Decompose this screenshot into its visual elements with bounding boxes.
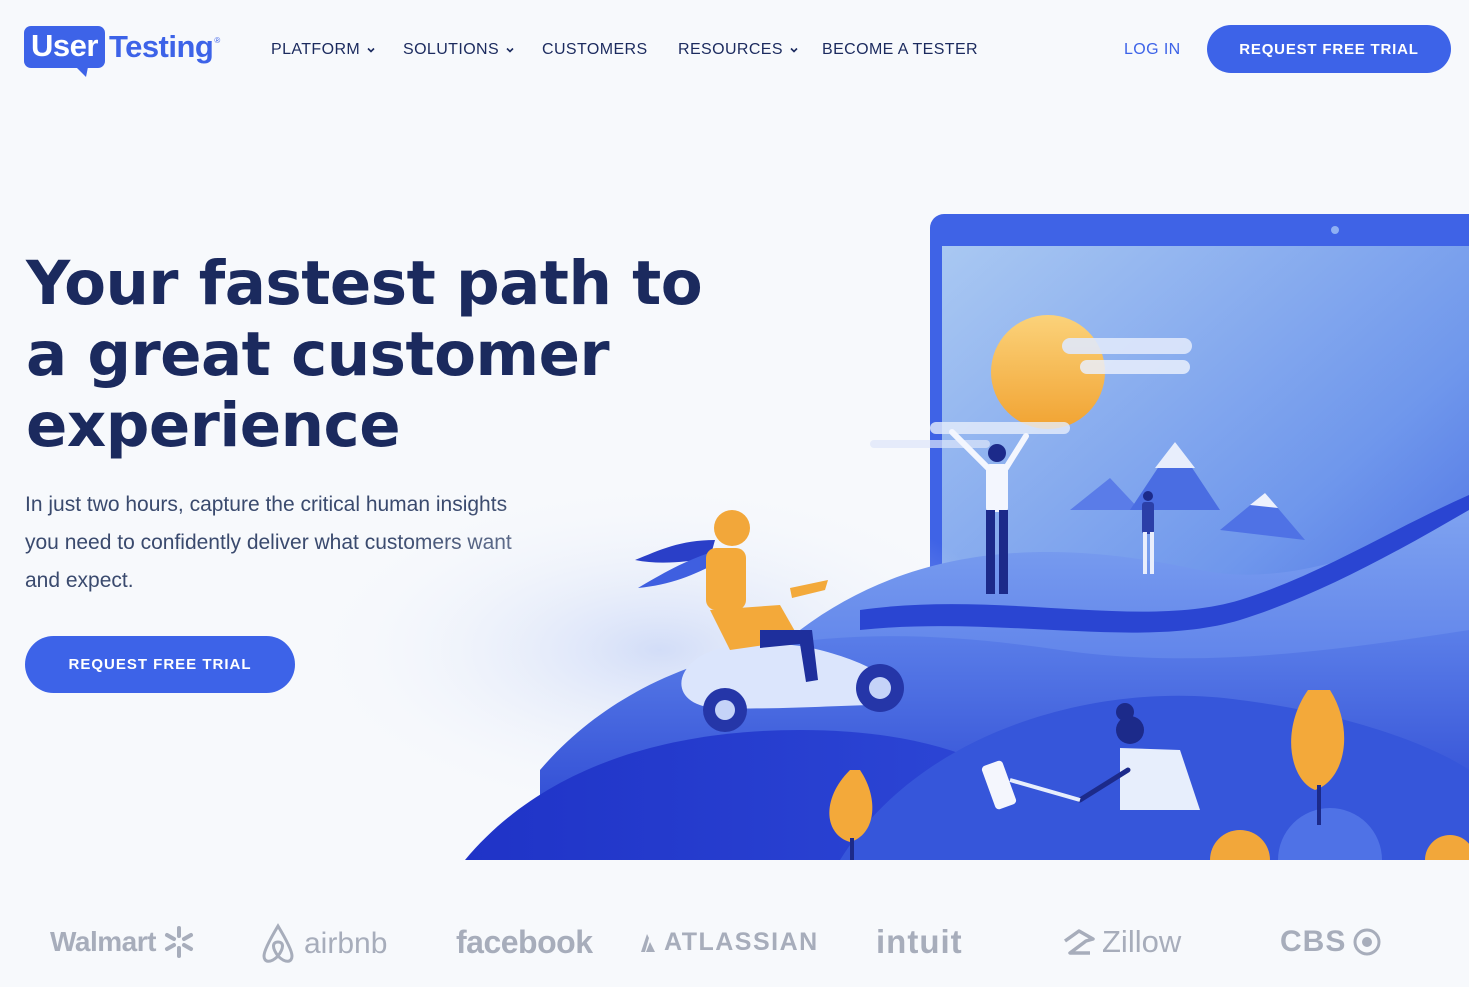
- nav-resources-label: RESOURCES: [678, 41, 783, 58]
- atlassian-logo: ATLASSIAN: [634, 922, 819, 962]
- walmart-spark-icon: [164, 926, 193, 958]
- hero-illustration: [300, 214, 1469, 860]
- zillow-wordmark: Zillow: [1102, 924, 1182, 959]
- intuit-wordmark: intuit: [876, 923, 963, 960]
- walmart-wordmark: Walmart: [50, 926, 156, 957]
- nav-become-a-tester[interactable]: BECOME A TESTER: [822, 40, 978, 60]
- logo-testing-text: Testing: [108, 29, 214, 64]
- chevron-down-icon: [506, 47, 514, 53]
- nav-platform[interactable]: PLATFORM: [271, 40, 376, 60]
- nav-request-trial-button[interactable]: REQUEST FREE TRIAL: [1207, 25, 1451, 73]
- zillow-logo: Zillow: [1062, 922, 1181, 962]
- airbnb-logo: airbnb: [258, 922, 387, 966]
- intuit-logo: intuit: [876, 922, 963, 962]
- airbnb-belo-icon: [262, 923, 294, 963]
- nav-platform-label: PLATFORM: [271, 41, 361, 58]
- logo-user-badge: User: [24, 26, 105, 77]
- cbs-logo: CBS: [1280, 922, 1382, 962]
- atlassian-wordmark: ATLASSIAN: [664, 928, 819, 956]
- nav-solutions-label: SOLUTIONS: [403, 41, 500, 58]
- top-nav: User Testing ® PLATFORM SOLUTIONS CUSTOM…: [0, 0, 1469, 100]
- nav-solutions[interactable]: SOLUTIONS: [403, 40, 515, 60]
- chevron-down-icon: [790, 47, 798, 53]
- usertesting-logo[interactable]: User Testing ®: [24, 26, 221, 77]
- facebook-logo: facebook: [456, 922, 593, 962]
- walmart-logo: Walmart: [50, 922, 196, 962]
- nav-customers[interactable]: CUSTOMERS: [542, 40, 648, 60]
- airbnb-wordmark: airbnb: [304, 927, 388, 960]
- nav-customers-label: CUSTOMERS: [542, 41, 648, 58]
- zillow-house-icon: [1063, 929, 1095, 955]
- login-link[interactable]: LOG IN: [1124, 40, 1181, 60]
- nav-become-a-tester-label: BECOME A TESTER: [822, 41, 978, 58]
- facebook-wordmark: facebook: [456, 924, 593, 960]
- customer-logo-strip: Walmart airbnb facebook ATLASSIAN intuit: [0, 910, 1469, 980]
- cbs-wordmark: CBS: [1280, 925, 1347, 958]
- logo-registered-mark: ®: [214, 36, 221, 45]
- nav-resources[interactable]: RESOURCES: [678, 40, 799, 60]
- cbs-eye-icon: [1353, 928, 1381, 956]
- atlassian-triangle-icon: [641, 934, 655, 952]
- chevron-down-icon: [367, 47, 375, 53]
